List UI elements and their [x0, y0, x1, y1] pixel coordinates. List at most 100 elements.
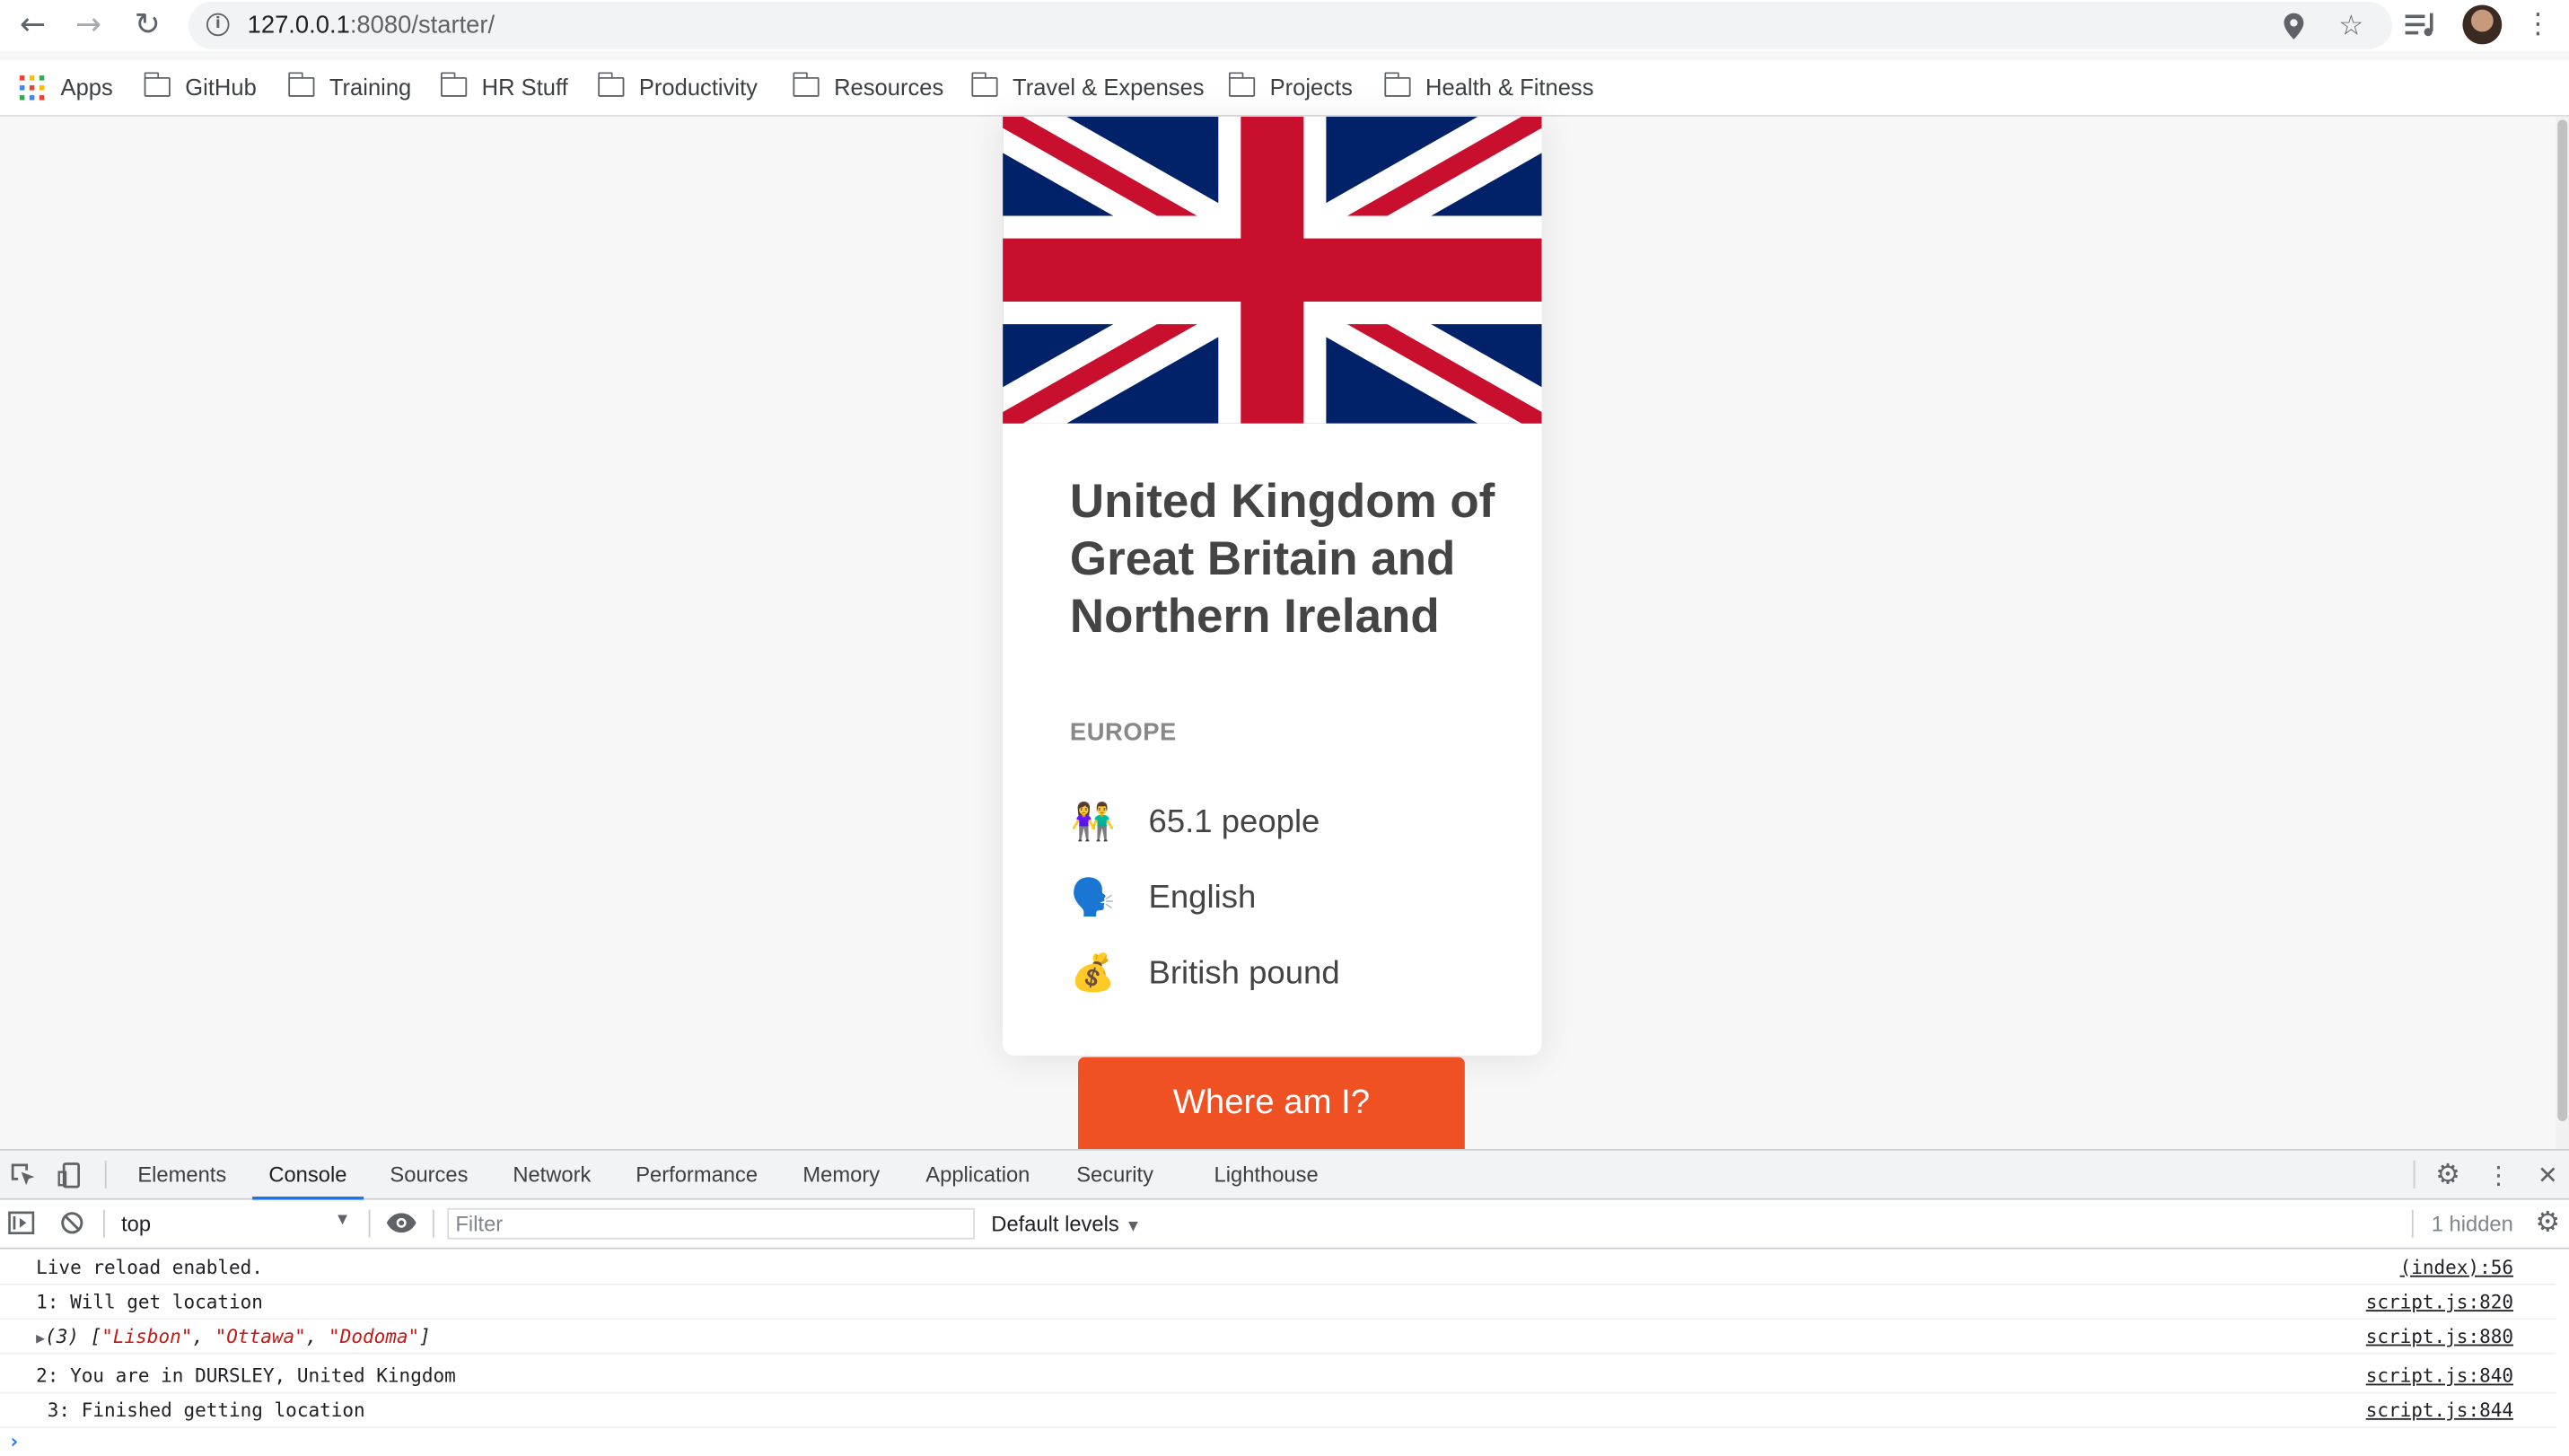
bookmark-folder-travel-expenses[interactable]: Travel & Expenses — [970, 71, 1205, 104]
folder-icon — [597, 72, 625, 97]
back-arrow-icon[interactable]: ← — [13, 6, 53, 42]
address-bar[interactable]: i 127.0.0.1:8080/starter/ ☆ — [188, 1, 2392, 49]
divider — [104, 1160, 107, 1188]
folder-icon — [1383, 72, 1411, 97]
sidebar-toggle-icon[interactable] — [4, 1206, 38, 1240]
bookmark-folder-resources[interactable]: Resources — [792, 71, 943, 104]
tab-elements[interactable]: Elements — [137, 1151, 226, 1198]
folder-icon — [792, 72, 820, 97]
url-host: 127.0.0.1 — [247, 11, 350, 39]
bookmark-apps[interactable]: Apps — [19, 71, 113, 104]
folder-icon — [143, 72, 171, 97]
population-value: 65.1 people — [1148, 803, 1320, 840]
union-jack-flag — [1003, 116, 1542, 424]
scrollbar-thumb[interactable] — [2557, 119, 2568, 1121]
page-scrollbar[interactable] — [2556, 116, 2569, 1150]
bookmark-label: Productivity — [638, 74, 758, 101]
divider — [102, 1209, 105, 1238]
folder-icon — [440, 72, 468, 97]
console-message: 1: Will get location script.js:820 — [0, 1284, 2556, 1320]
url-text[interactable]: 127.0.0.1:8080/starter/ — [248, 12, 495, 39]
folder-icon — [970, 72, 998, 97]
people-icon: 👫 — [1070, 802, 1116, 843]
log-levels-dropdown[interactable]: Default levels ▼ — [991, 1212, 1141, 1236]
console-message-text: Live reload enabled. — [36, 1255, 263, 1279]
population-row: 👫 65.1 people — [1070, 798, 1320, 847]
media-control-icon[interactable] — [2402, 6, 2442, 42]
tab-console[interactable]: Console — [252, 1151, 364, 1200]
console-message: 3: Finished getting location script.js:8… — [0, 1392, 2556, 1428]
tab-sources[interactable]: Sources — [390, 1151, 468, 1198]
array-item: "Ottawa" — [215, 1324, 306, 1348]
language-value: English — [1148, 879, 1257, 916]
bookmark-folder-health-fitness[interactable]: Health & Fitness — [1383, 71, 1594, 104]
language-row: 🗣️ English — [1070, 873, 1256, 923]
bookmark-label: Apps — [60, 74, 113, 101]
forward-arrow-icon[interactable]: → — [69, 6, 109, 42]
array-prefix: (3) [ — [45, 1324, 102, 1348]
tab-security[interactable]: Security — [1076, 1151, 1153, 1198]
filter-input[interactable] — [447, 1207, 976, 1240]
divider — [2413, 1160, 2416, 1188]
console-filter-bar: top ▼ Default levels ▼ 1 hidden ⚙ — [0, 1199, 2569, 1250]
bookmark-label: HR Stuff — [481, 74, 568, 101]
star-icon[interactable]: ☆ — [2333, 8, 2369, 44]
bookmark-folder-hr-stuff[interactable]: HR Stuff — [440, 71, 568, 104]
console-source-link[interactable]: script.js:840 — [2366, 1364, 2513, 1388]
console-source-link[interactable]: script.js:880 — [2366, 1325, 2513, 1348]
bookmarks-bar: Apps GitHub Training HR Stuff Productivi… — [0, 60, 2569, 117]
country-region: EUROPE — [1069, 718, 1177, 748]
location-pin-icon[interactable] — [2275, 8, 2311, 44]
tab-performance[interactable]: Performance — [636, 1151, 758, 1198]
devtools-panel: Elements Console Sources Network Perform… — [0, 1149, 2569, 1456]
apps-grid-icon — [19, 75, 45, 100]
devtools-tabbar: Elements Console Sources Network Perform… — [0, 1150, 2569, 1200]
hidden-count: 1 hidden — [2431, 1211, 2513, 1236]
console-message-text: 2: You are in DURSLEY, United Kingdom — [36, 1364, 456, 1388]
country-card: United Kingdom of Great Britain and Nort… — [1003, 116, 1542, 1056]
kebab-menu-icon[interactable]: ⋮ — [2518, 6, 2557, 42]
bookmark-label: Projects — [1269, 74, 1353, 101]
bookmark-folder-training[interactable]: Training — [287, 71, 412, 104]
tab-network[interactable]: Network — [513, 1151, 591, 1198]
array-item: "Lisbon" — [101, 1324, 193, 1348]
array-item: "Dodoma" — [329, 1324, 420, 1348]
tab-lighthouse[interactable]: Lighthouse — [1214, 1151, 1319, 1198]
console-source-link[interactable]: script.js:820 — [2366, 1290, 2513, 1313]
console-array-text[interactable]: ▶(3) ["Lisbon", "Ottawa", "Dodoma"] — [36, 1325, 431, 1348]
speaking-head-icon: 🗣️ — [1070, 877, 1116, 919]
context-value: top — [121, 1211, 152, 1236]
bookmark-label: GitHub — [185, 74, 257, 101]
kebab-menu-icon[interactable]: ⋮ — [2482, 1159, 2515, 1192]
console-message: 2: You are in DURSLEY, United Kingdom sc… — [0, 1357, 2556, 1394]
bookmark-folder-projects[interactable]: Projects — [1228, 71, 1353, 104]
device-toolbar-icon[interactable] — [54, 1159, 87, 1192]
console-settings-gear-icon[interactable]: ⚙ — [2531, 1206, 2565, 1240]
bookmark-folder-productivity[interactable]: Productivity — [597, 71, 758, 104]
settings-gear-icon[interactable]: ⚙ — [2432, 1159, 2465, 1192]
dropdown-arrow-icon: ▼ — [1125, 1217, 1142, 1236]
reload-icon[interactable]: ↻ — [127, 6, 167, 42]
tab-application[interactable]: Application — [925, 1151, 1030, 1198]
url-path: :8080/starter/ — [349, 11, 495, 39]
country-name: United Kingdom of Great Britain and Nort… — [1069, 476, 1495, 644]
avatar[interactable] — [2462, 4, 2503, 45]
tab-memory[interactable]: Memory — [802, 1151, 880, 1198]
console-message-array[interactable]: ▶(3) ["Lisbon", "Ottawa", "Dodoma"] scri… — [0, 1318, 2556, 1355]
context-selector[interactable]: top ▼ — [121, 1212, 351, 1238]
console-source-link[interactable]: (index):56 — [2400, 1256, 2513, 1279]
bookmark-label: Training — [329, 74, 412, 101]
console-message-text: 3: Finished getting location — [36, 1398, 365, 1422]
close-icon[interactable]: ✕ — [2531, 1159, 2565, 1192]
console-source-link[interactable]: script.js:844 — [2366, 1399, 2513, 1422]
console-prompt[interactable]: › — [8, 1430, 20, 1453]
where-am-i-button[interactable]: Where am I? — [1078, 1057, 1465, 1150]
folder-icon — [287, 72, 315, 97]
inspect-element-icon[interactable] — [6, 1159, 39, 1192]
info-icon[interactable]: i — [206, 13, 230, 37]
clear-console-icon[interactable] — [56, 1206, 89, 1240]
dropdown-arrow-icon: ▼ — [334, 1211, 351, 1230]
eye-icon[interactable] — [385, 1206, 418, 1240]
bookmark-folder-github[interactable]: GitHub — [143, 71, 257, 104]
currency-value: British pound — [1148, 954, 1340, 991]
